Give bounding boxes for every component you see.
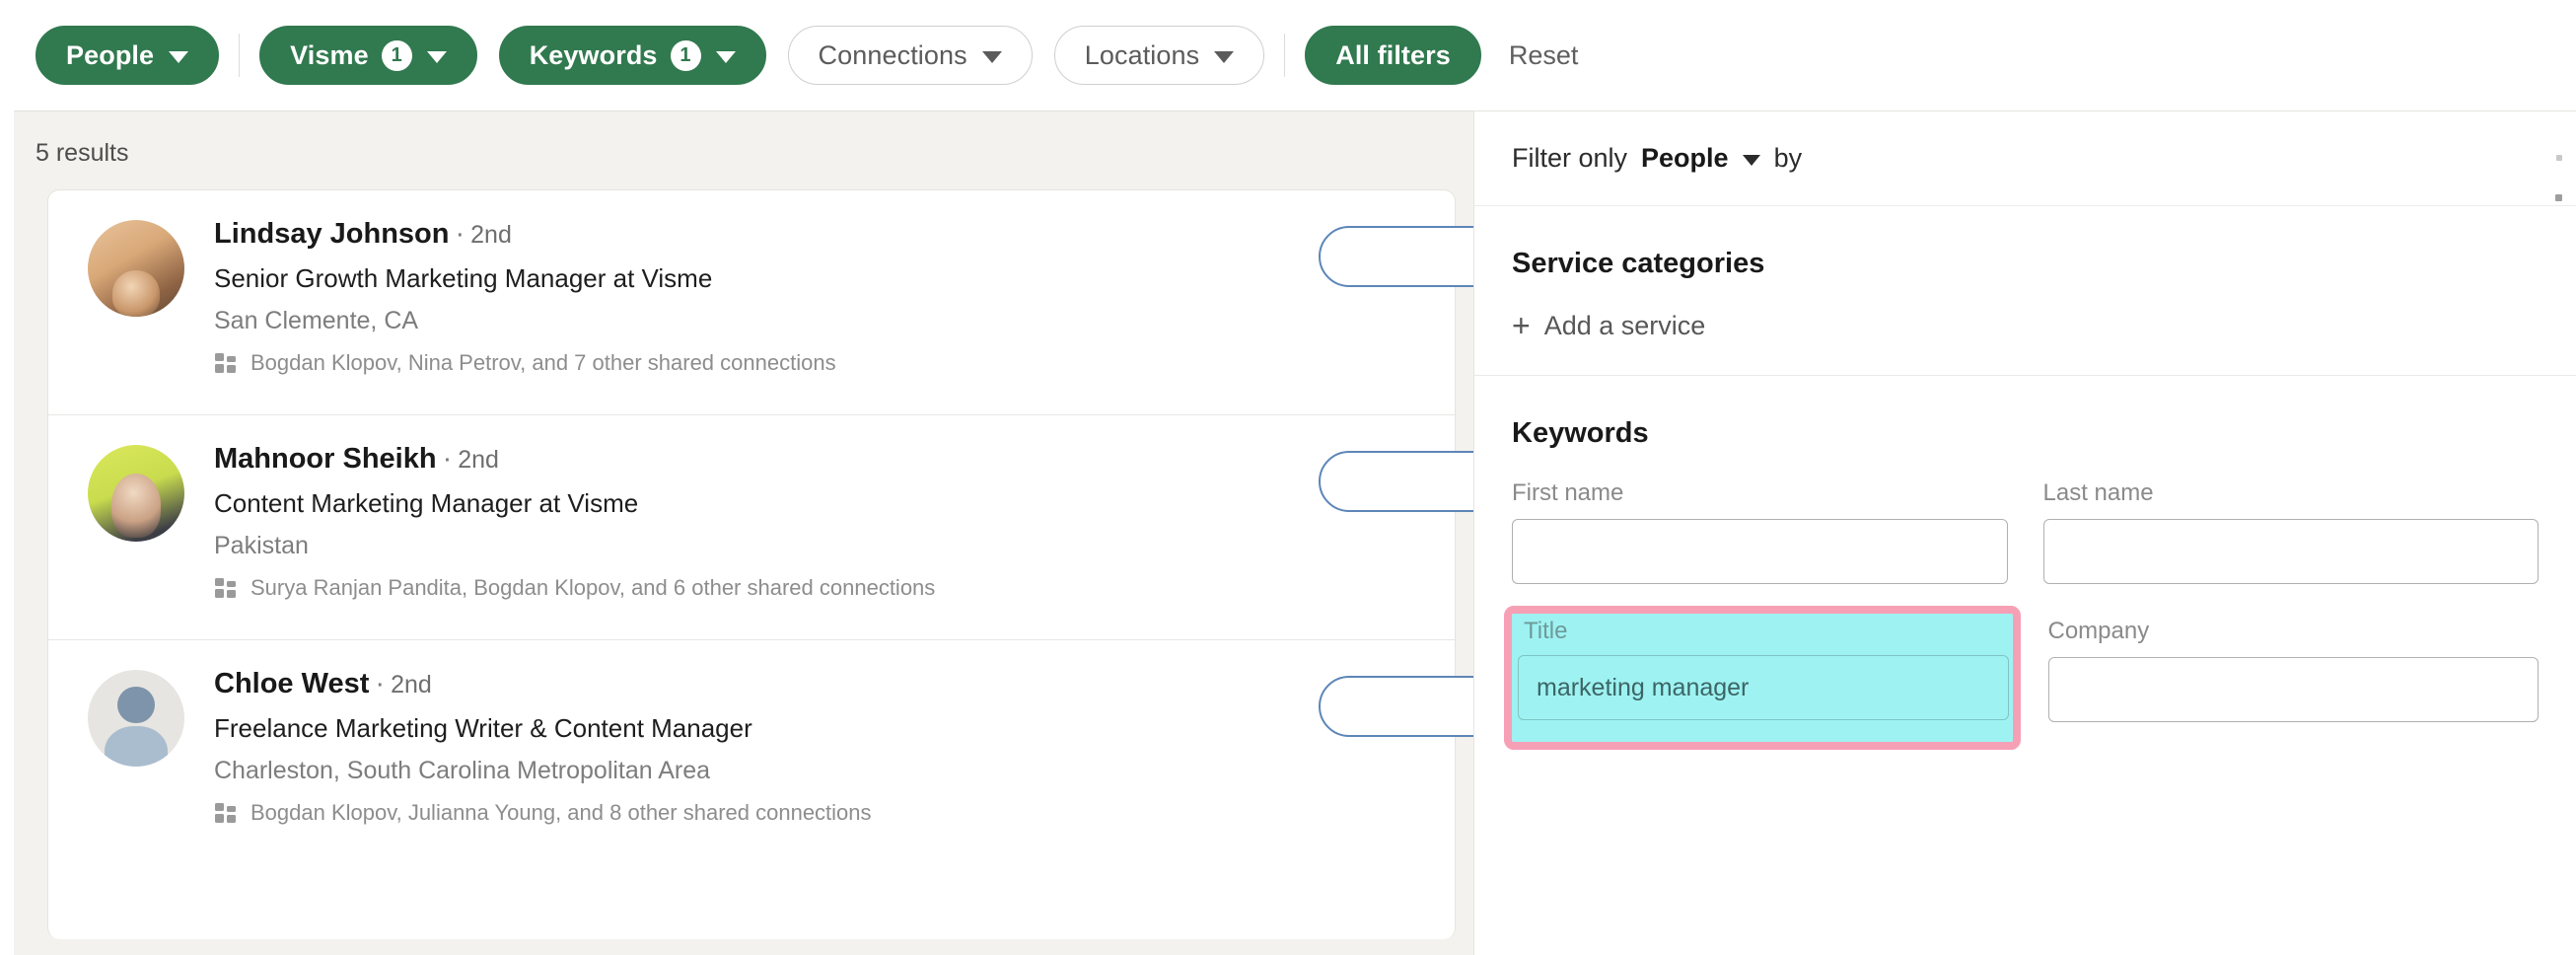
shared-connections-text: Bogdan Klopov, Julianna Young, and 8 oth… <box>250 800 872 826</box>
connection-degree: 2nd <box>458 446 499 474</box>
shared-connections: Surya Ranjan Pandita, Bogdan Klopov, and… <box>214 575 1455 601</box>
name-separator: · <box>443 443 453 475</box>
result-details: Lindsay Johnson·2nd Senior Growth Market… <box>214 216 1455 376</box>
people-icon <box>214 352 240 374</box>
result-name-line: Mahnoor Sheikh·2nd <box>214 443 1455 476</box>
filter-bar-divider-1 <box>239 34 240 77</box>
person-name[interactable]: Chloe West <box>214 668 369 699</box>
connect-button[interactable] <box>1319 226 1473 287</box>
filter-bar-divider-2 <box>1284 34 1285 77</box>
filter-bar: People Visme 1 Keywords 1 Connections Lo… <box>0 0 2576 110</box>
shared-connections-text: Surya Ranjan Pandita, Bogdan Klopov, and… <box>250 575 935 601</box>
first-name-label: First name <box>1512 479 2008 507</box>
result-details: Chloe West·2nd Freelance Marketing Write… <box>214 666 1455 826</box>
service-categories-title: Service categories <box>1512 248 2539 280</box>
all-filters-panel: Filter only People by Service categories… <box>1473 110 2576 955</box>
person-location: San Clemente, CA <box>214 306 1455 335</box>
connect-button[interactable] <box>1319 676 1473 737</box>
list-item[interactable]: Chloe West·2nd Freelance Marketing Write… <box>48 640 1455 865</box>
list-item[interactable]: Lindsay Johnson·2nd Senior Growth Market… <box>48 190 1455 415</box>
last-name-label: Last name <box>2043 479 2540 507</box>
company-label: Company <box>2048 618 2540 645</box>
chevron-down-icon <box>716 51 736 63</box>
filter-by-label: by <box>1774 143 1803 174</box>
connect-button[interactable] <box>1319 451 1473 512</box>
filter-pill-people[interactable]: People <box>36 26 219 85</box>
chevron-down-icon[interactable] <box>1743 155 1760 166</box>
last-name-input[interactable] <box>2043 519 2540 584</box>
section-divider <box>1474 375 2576 376</box>
name-separator: · <box>455 218 465 250</box>
avatar <box>88 670 184 767</box>
list-item[interactable]: Mahnoor Sheikh·2nd Content Marketing Man… <box>48 415 1455 640</box>
keywords-title: Keywords <box>1512 417 2539 450</box>
keywords-row-1: First name Last name <box>1512 479 2539 584</box>
service-categories-section: Service categories + Add a service <box>1474 248 2576 375</box>
result-name-line: Lindsay Johnson·2nd <box>214 218 1455 251</box>
filter-pill-visme[interactable]: Visme 1 <box>259 26 477 85</box>
avatar <box>88 445 184 542</box>
shared-connections: Bogdan Klopov, Nina Petrov, and 7 other … <box>214 350 1455 376</box>
avatar <box>88 220 184 317</box>
search-page: People Visme 1 Keywords 1 Connections Lo… <box>0 0 2576 955</box>
title-field-highlighted: Title <box>1512 614 2013 742</box>
shared-connections-text: Bogdan Klopov, Nina Petrov, and 7 other … <box>250 350 836 376</box>
person-headline: Senior Growth Marketing Manager at Visme <box>214 263 1455 294</box>
person-location: Charleston, South Carolina Metropolitan … <box>214 756 1455 785</box>
all-filters-label: All filters <box>1335 40 1451 71</box>
person-location: Pakistan <box>214 531 1455 560</box>
company-field: Company <box>2048 618 2540 742</box>
person-headline: Freelance Marketing Writer & Content Man… <box>214 713 1455 744</box>
people-icon <box>214 577 240 599</box>
add-service-button[interactable]: + Add a service <box>1512 310 1705 341</box>
company-input[interactable] <box>2048 657 2540 722</box>
first-name-input[interactable] <box>1512 519 2008 584</box>
name-separator: · <box>375 668 385 699</box>
person-headline: Content Marketing Manager at Visme <box>214 488 1455 519</box>
person-name[interactable]: Mahnoor Sheikh <box>214 443 437 475</box>
filter-entity-value[interactable]: People <box>1641 143 1729 174</box>
chevron-down-icon <box>427 51 447 63</box>
filter-pill-locations-label: Locations <box>1085 40 1199 71</box>
search-results-panel: 5 results Lindsay Johnson·2nd Senior Gro… <box>14 110 1473 955</box>
chevron-down-icon <box>1214 51 1234 63</box>
close-icon[interactable] <box>2556 155 2562 161</box>
result-name-line: Chloe West·2nd <box>214 668 1455 700</box>
filter-pill-visme-label: Visme <box>290 40 369 71</box>
overflow-menu-icon[interactable] <box>2555 194 2562 201</box>
filter-pill-people-label: People <box>66 40 154 71</box>
filter-pill-visme-count: 1 <box>382 40 412 71</box>
results-count: 5 results <box>14 111 1473 189</box>
filter-panel-header: Filter only People by <box>1474 111 2576 206</box>
first-name-field: First name <box>1512 479 2008 584</box>
chevron-down-icon <box>169 51 188 63</box>
title-input[interactable] <box>1518 655 2009 720</box>
shared-connections: Bogdan Klopov, Julianna Young, and 8 oth… <box>214 800 1455 826</box>
reset-filters-link[interactable]: Reset <box>1509 40 1579 71</box>
results-list: Lindsay Johnson·2nd Senior Growth Market… <box>47 189 1456 939</box>
title-label: Title <box>1518 618 2009 645</box>
all-filters-button[interactable]: All filters <box>1305 26 1481 85</box>
keywords-section: Keywords First name Last name Title Comp… <box>1474 417 2576 742</box>
connection-degree: 2nd <box>470 221 512 249</box>
filter-pill-keywords-count: 1 <box>671 40 701 71</box>
keywords-row-2: Title Company <box>1512 618 2539 742</box>
connection-degree: 2nd <box>391 671 432 698</box>
filter-pill-locations[interactable]: Locations <box>1054 26 1264 85</box>
add-service-label: Add a service <box>1544 311 1706 341</box>
chevron-down-icon <box>982 51 1002 63</box>
people-icon <box>214 802 240 824</box>
filter-pill-connections-label: Connections <box>819 40 967 71</box>
filter-pill-keywords-label: Keywords <box>530 40 658 71</box>
plus-icon: + <box>1512 310 1531 341</box>
filter-pill-connections[interactable]: Connections <box>788 26 1033 85</box>
result-details: Mahnoor Sheikh·2nd Content Marketing Man… <box>214 441 1455 601</box>
filter-only-label: Filter only <box>1512 143 1627 174</box>
person-name[interactable]: Lindsay Johnson <box>214 218 449 250</box>
last-name-field: Last name <box>2043 479 2540 584</box>
filter-pill-keywords[interactable]: Keywords 1 <box>499 26 766 85</box>
